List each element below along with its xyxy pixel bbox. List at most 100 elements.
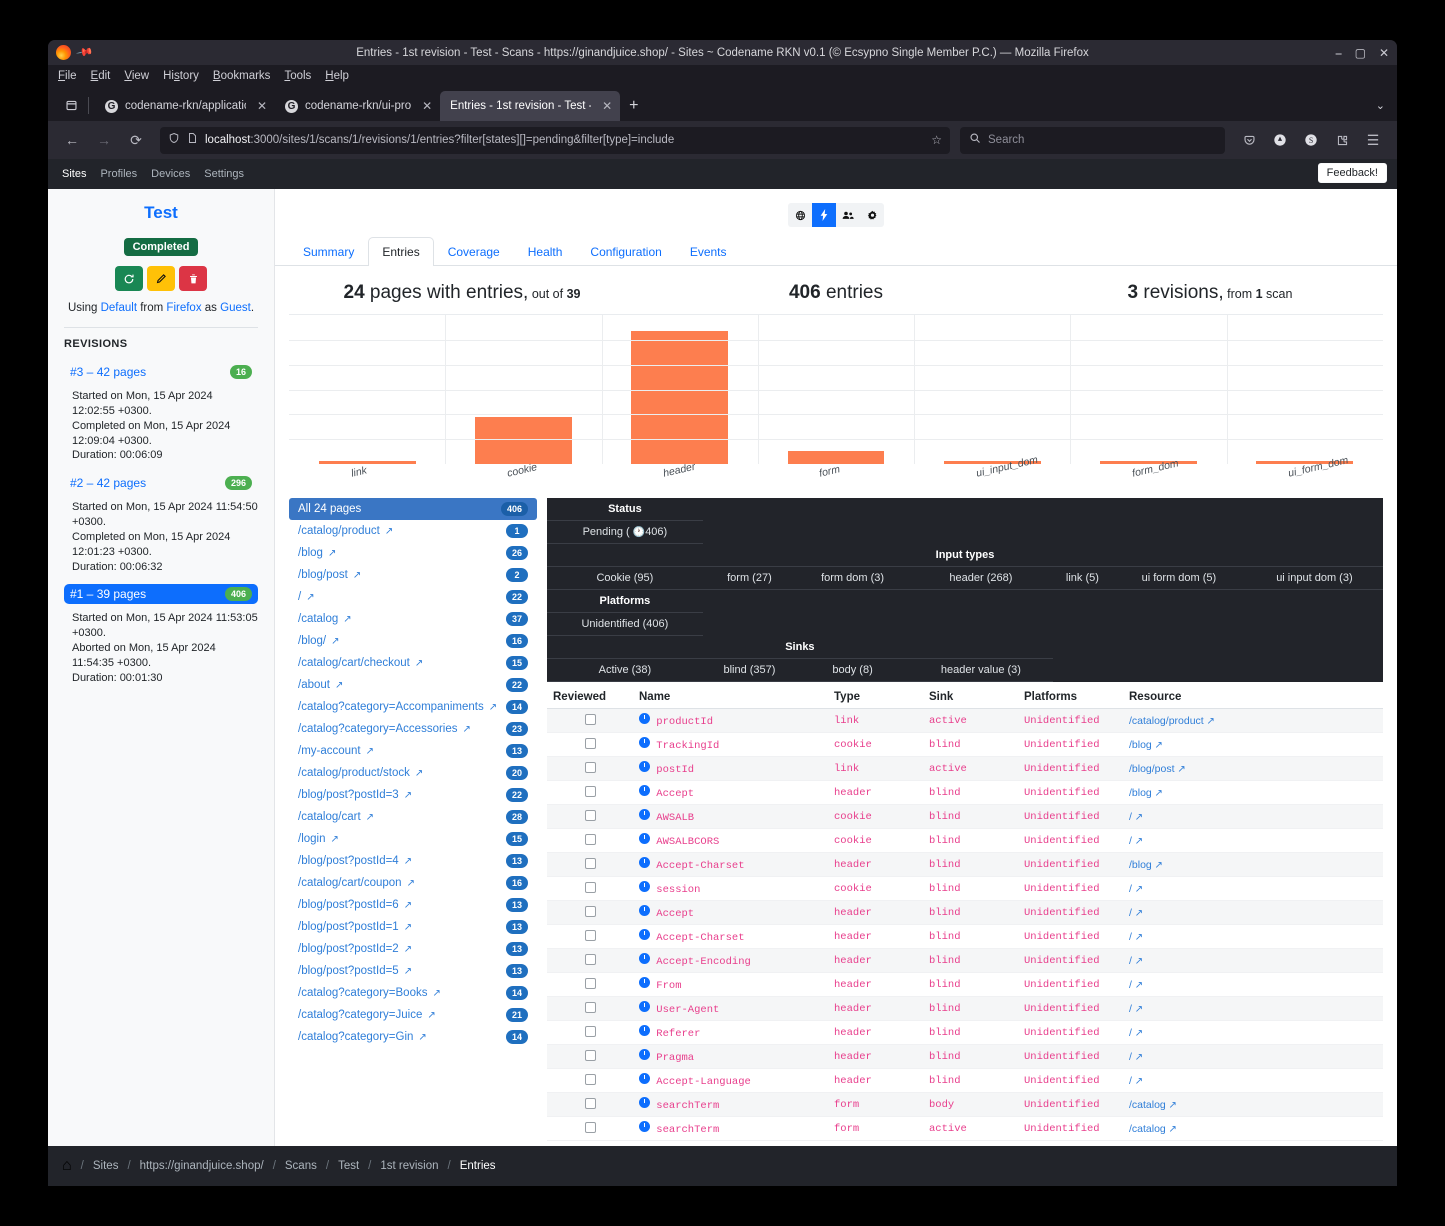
external-link-icon[interactable]: ↗	[1132, 1052, 1143, 1063]
page-list-item[interactable]: /blog/post?postId=5 ↗ 13	[289, 960, 537, 982]
reviewed-checkbox[interactable]	[584, 737, 596, 749]
resource-link[interactable]: /blog	[1129, 859, 1152, 871]
revision-item-1[interactable]: #1 – 39 pages 406	[64, 584, 258, 605]
lightning-icon[interactable]	[812, 203, 836, 227]
bookmark-star-icon[interactable]: ☆	[931, 133, 942, 147]
nav-item-settings[interactable]: Settings	[204, 168, 244, 180]
pocket-icon[interactable]	[1235, 126, 1263, 154]
resource-link[interactable]: /catalog/product	[1129, 715, 1204, 727]
external-link-icon[interactable]: ↗	[415, 658, 423, 669]
page-link[interactable]: /blog/post?postId=3 ↗	[298, 789, 412, 801]
page-link[interactable]: /blog ↗	[298, 547, 336, 559]
external-link-icon[interactable]: ↗	[415, 768, 423, 779]
page-link[interactable]: /catalog?category=Juice ↗	[298, 1009, 436, 1021]
reviewed-checkbox[interactable]	[584, 977, 596, 989]
page-link[interactable]: /blog/ ↗	[298, 635, 340, 647]
external-link-icon[interactable]: ↗	[1132, 812, 1143, 823]
page-link[interactable]: /blog/post?postId=6 ↗	[298, 899, 412, 911]
breadcrumb-item-revision[interactable]: 1st revision	[380, 1160, 438, 1172]
browser-link[interactable]: Firefox	[166, 302, 201, 314]
gear-icon[interactable]	[860, 203, 884, 227]
tab-coverage[interactable]: Coverage	[434, 237, 514, 266]
breadcrumb-item-site[interactable]: https://ginandjuice.shop/	[140, 1160, 264, 1172]
page-link[interactable]: /blog/post ↗	[298, 569, 361, 581]
page-link[interactable]: /about ↗	[298, 679, 343, 691]
new-tab-button[interactable]: +	[620, 97, 647, 115]
external-link-icon[interactable]: ↗	[427, 1010, 435, 1021]
external-link-icon[interactable]: ↗	[404, 966, 412, 977]
facet-value[interactable]: link (5)	[1052, 566, 1113, 590]
external-link-icon[interactable]: ↗	[1132, 956, 1143, 967]
profile-link[interactable]: Default	[101, 302, 137, 314]
chart-bar[interactable]	[787, 450, 885, 464]
edit-button[interactable]	[147, 266, 175, 291]
tab-configuration[interactable]: Configuration	[576, 237, 675, 266]
reviewed-checkbox[interactable]	[584, 953, 596, 965]
page-list-item[interactable]: /catalog?category=Gin ↗ 14	[289, 1026, 537, 1048]
external-link-icon[interactable]: ↗	[1132, 932, 1143, 943]
list-all-tabs-icon[interactable]	[58, 92, 84, 118]
close-tab-icon[interactable]: ✕	[602, 99, 612, 113]
chart-bar[interactable]	[474, 416, 572, 464]
page-list-item[interactable]: /catalog/cart ↗ 28	[289, 806, 537, 828]
table-row[interactable]: productId link active Unidentified/catalog/…	[547, 708, 1383, 733]
reviewed-checkbox[interactable]	[584, 785, 596, 797]
table-row[interactable]: AWSALB cookie blind Unidentified / ↗	[547, 804, 1383, 829]
table-row[interactable]: searchTerm form body Unidentified/catalog ↗	[547, 1092, 1383, 1117]
rescan-button[interactable]	[115, 266, 143, 291]
external-link-icon[interactable]: ↗	[404, 900, 412, 911]
extensions-puzzle-icon[interactable]	[1328, 126, 1356, 154]
external-link-icon[interactable]: ↗	[418, 1032, 426, 1043]
table-row[interactable]: Accept-Encoding header blind Unidentified / …	[547, 948, 1383, 973]
facet-value[interactable]: header value (3)	[909, 658, 1053, 682]
resource-link[interactable]: /catalog	[1129, 1123, 1166, 1135]
extension-s-icon[interactable]: S	[1297, 126, 1325, 154]
external-link-icon[interactable]: ↗	[1166, 1124, 1177, 1135]
reviewed-checkbox[interactable]	[584, 833, 596, 845]
facet-value[interactable]: body (8)	[796, 658, 910, 682]
page-link[interactable]: /my-account ↗	[298, 745, 374, 757]
facet-value[interactable]: form (27)	[702, 566, 797, 590]
external-link-icon[interactable]: ↗	[432, 988, 440, 999]
delete-button[interactable]	[179, 266, 207, 291]
external-link-icon[interactable]: ↗	[353, 570, 361, 581]
page-list-item[interactable]: /about ↗ 22	[289, 674, 537, 696]
external-link-icon[interactable]: ↗	[1132, 908, 1143, 919]
forward-button[interactable]: →	[90, 126, 118, 154]
reviewed-checkbox[interactable]	[584, 809, 596, 821]
table-row[interactable]: Accept header blind Unidentified / ↗	[547, 900, 1383, 925]
tab-entries[interactable]: Entries	[368, 237, 434, 266]
page-link[interactable]: /catalog?category=Accessories ↗	[298, 723, 471, 735]
external-link-icon[interactable]: ↗	[404, 856, 412, 867]
feedback-button[interactable]: Feedback!	[1317, 163, 1387, 183]
page-list-item[interactable]: /blog/post?postId=3 ↗ 22	[289, 784, 537, 806]
table-row[interactable]: Accept header blind Unidentified/blog ↗	[547, 780, 1383, 805]
tab-events[interactable]: Events	[676, 237, 741, 266]
table-row[interactable]: session cookie blind Unidentified / ↗	[547, 876, 1383, 901]
maximize-button[interactable]: ▢	[1355, 47, 1366, 59]
user-link[interactable]: Guest	[220, 302, 251, 314]
page-link[interactable]: /blog/post?postId=2 ↗	[298, 943, 412, 955]
page-list-item[interactable]: /my-account ↗ 13	[289, 740, 537, 762]
page-link[interactable]: / ↗	[298, 591, 315, 603]
external-link-icon[interactable]: ↗	[404, 790, 412, 801]
reviewed-checkbox[interactable]	[584, 1097, 596, 1109]
back-button[interactable]: ←	[58, 126, 86, 154]
page-list-item[interactable]: /catalog/product ↗ 1	[289, 520, 537, 542]
external-link-icon[interactable]: ↗	[1132, 884, 1143, 895]
reviewed-checkbox[interactable]	[584, 761, 596, 773]
reload-button[interactable]: ⟳	[122, 126, 150, 154]
account-icon[interactable]	[1266, 126, 1294, 154]
facet-value[interactable]: Cookie (95)	[547, 566, 703, 590]
table-row[interactable]: TrackingId cookie blind Unidentified/blog ↗	[547, 732, 1383, 757]
nav-item-devices[interactable]: Devices	[151, 168, 190, 180]
external-link-icon[interactable]: ↗	[306, 592, 314, 603]
page-list-item[interactable]: /catalog/cart/coupon ↗ 16	[289, 872, 537, 894]
resource-link[interactable]: /blog	[1129, 739, 1152, 751]
facet-value[interactable]: Unidentified (406)	[547, 612, 703, 636]
reviewed-checkbox[interactable]	[584, 1025, 596, 1037]
revision-item-2[interactable]: #2 – 42 pages 296	[64, 473, 258, 493]
page-link[interactable]: /blog/post?postId=5 ↗	[298, 965, 412, 977]
menu-file[interactable]: File	[58, 70, 77, 82]
close-button[interactable]: ✕	[1379, 47, 1389, 59]
